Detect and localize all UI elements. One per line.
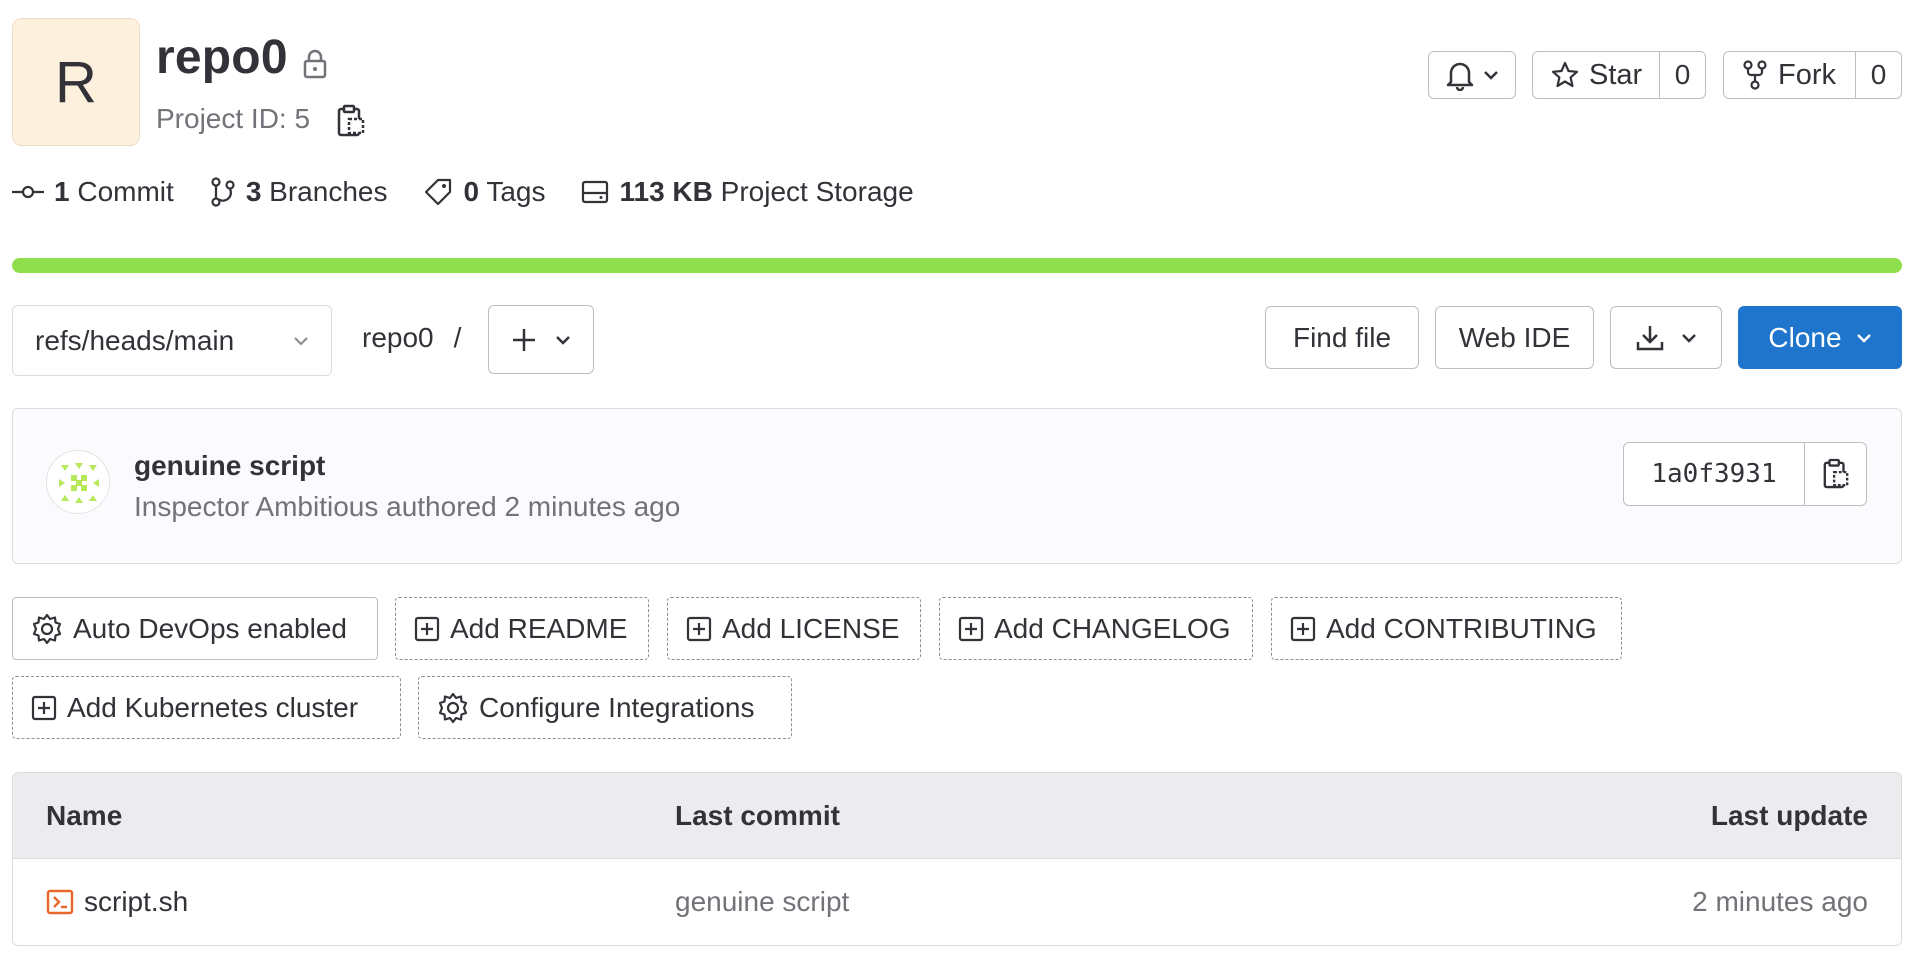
add-contributing-button[interactable]: Add CONTRIBUTING xyxy=(1271,597,1622,660)
copy-project-id-icon[interactable] xyxy=(336,104,366,138)
header-name: Name xyxy=(46,799,123,831)
fork-button-group: Fork 0 xyxy=(1723,51,1902,99)
star-button-group: Star 0 xyxy=(1532,51,1706,99)
project-id: Project ID: 5 xyxy=(156,103,311,134)
breadcrumb: repo0 / xyxy=(362,322,461,354)
chevron-down-icon xyxy=(1483,69,1499,81)
chevron-down-icon xyxy=(1856,332,1872,344)
storage-progress-bar xyxy=(12,258,1902,273)
breadcrumb-repo[interactable]: repo0 xyxy=(362,322,434,354)
storage-size: 113 KB xyxy=(619,176,713,207)
branch-ref: refs/heads/main xyxy=(35,324,235,356)
file-tree-table: Name Last commit Last update script.sh g… xyxy=(12,772,1902,946)
star-icon xyxy=(1551,61,1579,89)
file-last-update: 2 minutes ago xyxy=(1692,886,1868,917)
plus-square-icon xyxy=(1290,616,1316,642)
chevron-down-icon xyxy=(555,334,571,346)
table-row[interactable]: script.sh genuine script 2 minutes ago xyxy=(13,859,1901,945)
clone-label: Clone xyxy=(1768,321,1842,353)
notification-dropdown[interactable] xyxy=(1428,51,1516,99)
project-avatar-letter: R xyxy=(55,49,97,115)
storage-stat[interactable]: 113 KB Project Storage xyxy=(581,176,914,208)
tags-label: Tags xyxy=(486,176,546,207)
add-readme-label: Add README xyxy=(450,612,628,644)
plus-square-icon xyxy=(686,616,712,642)
commit-sha[interactable]: 1a0f3931 xyxy=(1624,443,1805,505)
gear-icon xyxy=(31,613,63,645)
add-to-tree-dropdown[interactable] xyxy=(488,305,594,374)
star-label: Star xyxy=(1589,58,1643,91)
copy-sha-icon[interactable] xyxy=(1805,443,1866,505)
tag-icon xyxy=(423,177,453,207)
add-license-label: Add LICENSE xyxy=(722,612,900,644)
add-readme-button[interactable]: Add README xyxy=(395,597,649,660)
plus-icon xyxy=(511,327,537,353)
table-header: Name Last commit Last update xyxy=(13,773,1901,859)
fork-button[interactable]: Fork xyxy=(1724,52,1855,98)
add-changelog-button[interactable]: Add CHANGELOG xyxy=(939,597,1253,660)
project-avatar: R xyxy=(12,18,140,146)
add-license-button[interactable]: Add LICENSE xyxy=(667,597,921,660)
branch-icon xyxy=(210,177,236,207)
commit-sha-group: 1a0f3931 xyxy=(1623,442,1867,506)
tags-stat[interactable]: 0 Tags xyxy=(423,176,545,208)
star-count[interactable]: 0 xyxy=(1659,52,1705,98)
storage-icon xyxy=(581,179,609,205)
configure-integrations-button[interactable]: Configure Integrations xyxy=(418,676,792,739)
bell-icon xyxy=(1445,59,1475,91)
author-avatar[interactable] xyxy=(46,450,110,514)
commits-count: 1 xyxy=(54,176,70,207)
last-commit-panel xyxy=(12,408,1902,564)
file-last-commit[interactable]: genuine script xyxy=(675,886,849,918)
branches-label: Branches xyxy=(269,176,388,207)
plus-square-icon xyxy=(414,616,440,642)
configure-integrations-label: Configure Integrations xyxy=(479,691,755,723)
commits-stat[interactable]: 1 Commit xyxy=(12,176,174,208)
commits-label: Commit xyxy=(77,176,174,207)
add-changelog-label: Add CHANGELOG xyxy=(994,612,1231,644)
project-stats: 1 Commit 3 Branches 0 Tags 113 KB Projec… xyxy=(12,176,950,208)
add-contributing-label: Add CONTRIBUTING xyxy=(1326,612,1597,644)
commit-icon xyxy=(12,184,44,200)
storage-label: Project Storage xyxy=(720,176,914,207)
file-name[interactable]: script.sh xyxy=(84,886,188,918)
header-last-commit: Last commit xyxy=(675,799,840,831)
lock-icon xyxy=(300,48,330,80)
star-button[interactable]: Star xyxy=(1533,52,1659,98)
gear-icon xyxy=(437,692,469,724)
add-kubernetes-label: Add Kubernetes cluster xyxy=(67,691,359,723)
clone-dropdown[interactable]: Clone xyxy=(1738,306,1902,369)
auto-devops-label: Auto DevOps enabled xyxy=(73,612,347,644)
plus-square-icon xyxy=(31,695,57,721)
branches-stat[interactable]: 3 Branches xyxy=(210,176,388,208)
download-dropdown[interactable] xyxy=(1610,306,1722,369)
commit-title[interactable]: genuine script xyxy=(134,450,325,482)
find-file-button[interactable]: Find file xyxy=(1265,306,1419,369)
auto-devops-button[interactable]: Auto DevOps enabled xyxy=(12,597,378,660)
breadcrumb-separator: / xyxy=(453,322,462,353)
fork-count[interactable]: 0 xyxy=(1855,52,1901,98)
fork-icon xyxy=(1742,60,1768,90)
branches-count: 3 xyxy=(245,176,262,207)
plus-square-icon xyxy=(958,616,984,642)
commit-meta: Inspector Ambitious authored 2 minutes a… xyxy=(134,491,681,522)
tags-count: 0 xyxy=(463,176,480,207)
file-name-cell[interactable]: script.sh xyxy=(46,886,188,918)
fork-label: Fork xyxy=(1778,58,1836,91)
header-last-update: Last update xyxy=(1710,799,1868,831)
terminal-file-icon xyxy=(46,889,74,915)
branch-selector[interactable]: refs/heads/main xyxy=(12,305,332,376)
web-ide-button[interactable]: Web IDE xyxy=(1435,306,1594,369)
download-icon xyxy=(1635,324,1665,352)
chevron-down-icon xyxy=(1681,332,1697,344)
project-title[interactable]: repo0 xyxy=(156,30,288,85)
add-kubernetes-button[interactable]: Add Kubernetes cluster xyxy=(12,676,401,739)
chevron-down-icon xyxy=(293,335,309,347)
